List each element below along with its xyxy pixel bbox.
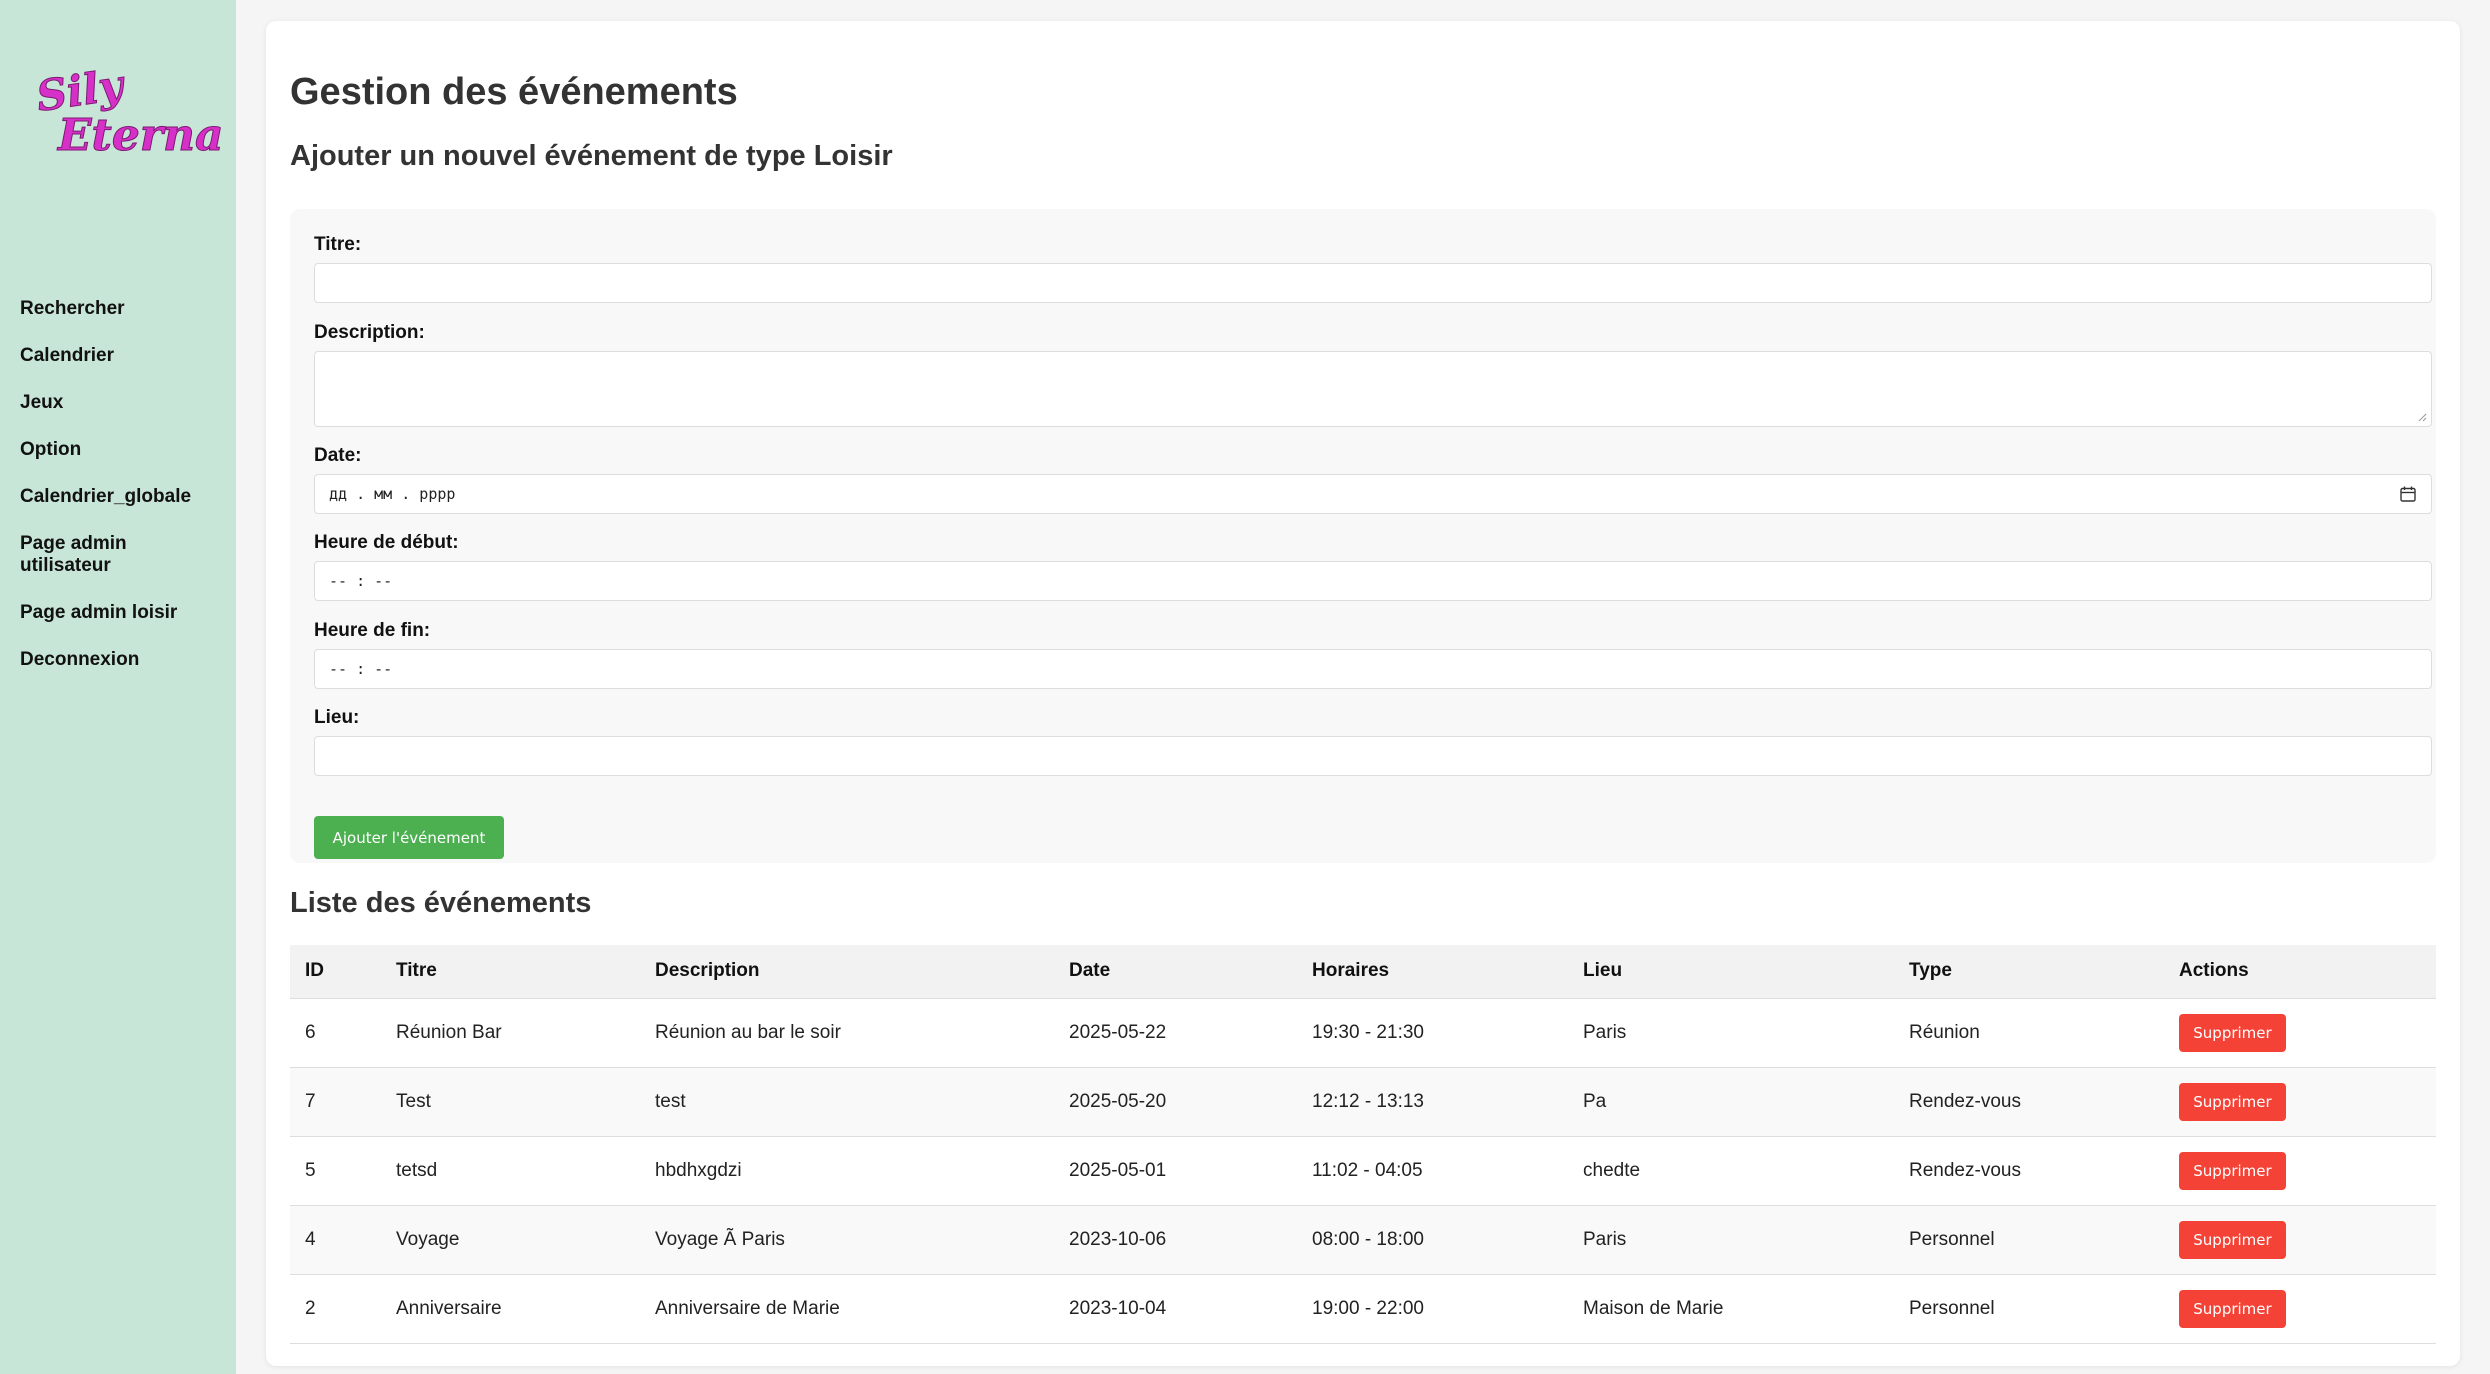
cell-horaires: 19:00 - 22:00: [1297, 1274, 1568, 1344]
header-actions: Actions: [2164, 945, 2436, 999]
table-row: 4 Voyage Voyage Ã Paris 2023-10-06 08:00…: [290, 1205, 2436, 1275]
cell-horaires: 08:00 - 18:00: [1297, 1205, 1568, 1275]
cell-actions: Supprimer: [2164, 1136, 2436, 1206]
cell-date: 2023-10-04: [1054, 1274, 1297, 1344]
sidebar-item-page-admin-loisir[interactable]: Page admin loisir: [20, 602, 220, 624]
titre-label: Titre:: [314, 234, 362, 255]
header-description: Description: [640, 945, 1054, 999]
cell-lieu: Paris: [1568, 1205, 1894, 1275]
cell-type: Rendez-vous: [1894, 1067, 2164, 1137]
cell-description: Voyage Ã Paris: [640, 1205, 1054, 1275]
heure-debut-label: Heure de début:: [314, 532, 459, 553]
lieu-input[interactable]: [314, 736, 2432, 776]
sidebar-item-calendrier[interactable]: Calendrier: [20, 345, 220, 367]
add-event-button[interactable]: Ajouter l'événement: [314, 816, 504, 859]
cell-lieu: chedte: [1568, 1136, 1894, 1206]
header-id: ID: [290, 945, 381, 999]
page-title: Gestion des événements: [290, 71, 738, 113]
cell-id: 7: [290, 1067, 381, 1137]
cell-id: 5: [290, 1136, 381, 1206]
cell-actions: Supprimer: [2164, 998, 2436, 1068]
cell-titre: Anniversaire: [381, 1274, 640, 1344]
sidebar-item-deconnexion[interactable]: Deconnexion: [20, 649, 220, 671]
header-titre: Titre: [381, 945, 640, 999]
delete-button[interactable]: Supprimer: [2179, 1082, 2286, 1121]
heure-fin-input[interactable]: -- : --: [314, 649, 2432, 689]
date-input[interactable]: дд . мм . рррр: [314, 474, 2432, 514]
svg-text:Eterna: Eterna: [56, 110, 224, 161]
cell-type: Personnel: [1894, 1205, 2164, 1275]
description-textarea[interactable]: [314, 351, 2432, 427]
cell-type: Rendez-vous: [1894, 1136, 2164, 1206]
cell-lieu: Maison de Marie: [1568, 1274, 1894, 1344]
cell-titre: tetsd: [381, 1136, 640, 1206]
event-list-title: Liste des événements: [290, 887, 592, 919]
cell-actions: Supprimer: [2164, 1205, 2436, 1275]
cell-description: Anniversaire de Marie: [640, 1274, 1054, 1344]
cell-lieu: Paris: [1568, 998, 1894, 1068]
cell-type: Personnel: [1894, 1274, 2164, 1344]
cell-description: Réunion au bar le soir: [640, 998, 1054, 1068]
date-placeholder: дд . мм . рррр: [329, 485, 456, 503]
heure-debut-input[interactable]: -- : --: [314, 561, 2432, 601]
events-table: ID Titre Description Date Horaires Lieu …: [290, 945, 2436, 1344]
sidebar-item-jeux[interactable]: Jeux: [20, 392, 220, 414]
date-label: Date:: [314, 445, 362, 466]
form-title: Ajouter un nouvel événement de type Lois…: [290, 140, 893, 172]
cell-titre: Réunion Bar: [381, 998, 640, 1068]
table-row: 6 Réunion Bar Réunion au bar le soir 202…: [290, 998, 2436, 1068]
header-type: Type: [1894, 945, 2164, 999]
cell-horaires: 11:02 - 04:05: [1297, 1136, 1568, 1206]
cell-titre: Test: [381, 1067, 640, 1137]
cell-actions: Supprimer: [2164, 1067, 2436, 1137]
cell-titre: Voyage: [381, 1205, 640, 1275]
main-content: Gestion des événements Ajouter un nouvel…: [266, 21, 2460, 1366]
cell-date: 2025-05-22: [1054, 998, 1297, 1068]
cell-date: 2023-10-06: [1054, 1205, 1297, 1275]
delete-button[interactable]: Supprimer: [2179, 1220, 2286, 1259]
resize-handle-icon[interactable]: [2417, 412, 2427, 422]
titre-input[interactable]: [314, 263, 2432, 303]
cell-description: hbdhxgdzi: [640, 1136, 1054, 1206]
table-row: 2 Anniversaire Anniversaire de Marie 202…: [290, 1274, 2436, 1344]
add-event-form: Titre: Description: Date: дд . мм . рррр…: [290, 209, 2436, 863]
lieu-label: Lieu:: [314, 707, 360, 728]
header-lieu: Lieu: [1568, 945, 1894, 999]
sidebar-item-option[interactable]: Option: [20, 439, 220, 461]
sidebar-item-page-admin-utilisateur[interactable]: Page admin utilisateur: [20, 533, 150, 577]
cell-id: 2: [290, 1274, 381, 1344]
cell-horaires: 19:30 - 21:30: [1297, 998, 1568, 1068]
cell-date: 2025-05-01: [1054, 1136, 1297, 1206]
sidebar-item-rechercher[interactable]: Rechercher: [20, 298, 220, 320]
header-date: Date: [1054, 945, 1297, 999]
description-label: Description:: [314, 322, 425, 343]
delete-button[interactable]: Supprimer: [2179, 1289, 2286, 1328]
sidebar: Sily Eterna Rechercher Calendrier Jeux O…: [0, 0, 236, 1374]
brand-logo[interactable]: Sily Eterna: [34, 62, 224, 162]
sidebar-nav: Rechercher Calendrier Jeux Option Calend…: [20, 298, 220, 696]
cell-type: Réunion: [1894, 998, 2164, 1068]
cell-date: 2025-05-20: [1054, 1067, 1297, 1137]
table-row: 5 tetsd hbdhxgdzi 2025-05-01 11:02 - 04:…: [290, 1136, 2436, 1206]
sidebar-item-calendrier-globale[interactable]: Calendrier_globale: [20, 486, 220, 508]
delete-button[interactable]: Supprimer: [2179, 1013, 2286, 1052]
cell-horaires: 12:12 - 13:13: [1297, 1067, 1568, 1137]
cell-id: 4: [290, 1205, 381, 1275]
cell-lieu: Pa: [1568, 1067, 1894, 1137]
calendar-icon[interactable]: [2399, 485, 2417, 503]
cell-description: test: [640, 1067, 1054, 1137]
cell-id: 6: [290, 998, 381, 1068]
cell-actions: Supprimer: [2164, 1274, 2436, 1344]
header-horaires: Horaires: [1297, 945, 1568, 999]
table-row: 7 Test test 2025-05-20 12:12 - 13:13 Pa …: [290, 1067, 2436, 1137]
heure-fin-label: Heure de fin:: [314, 620, 431, 641]
table-header-row: ID Titre Description Date Horaires Lieu …: [290, 945, 2436, 999]
delete-button[interactable]: Supprimer: [2179, 1151, 2286, 1190]
